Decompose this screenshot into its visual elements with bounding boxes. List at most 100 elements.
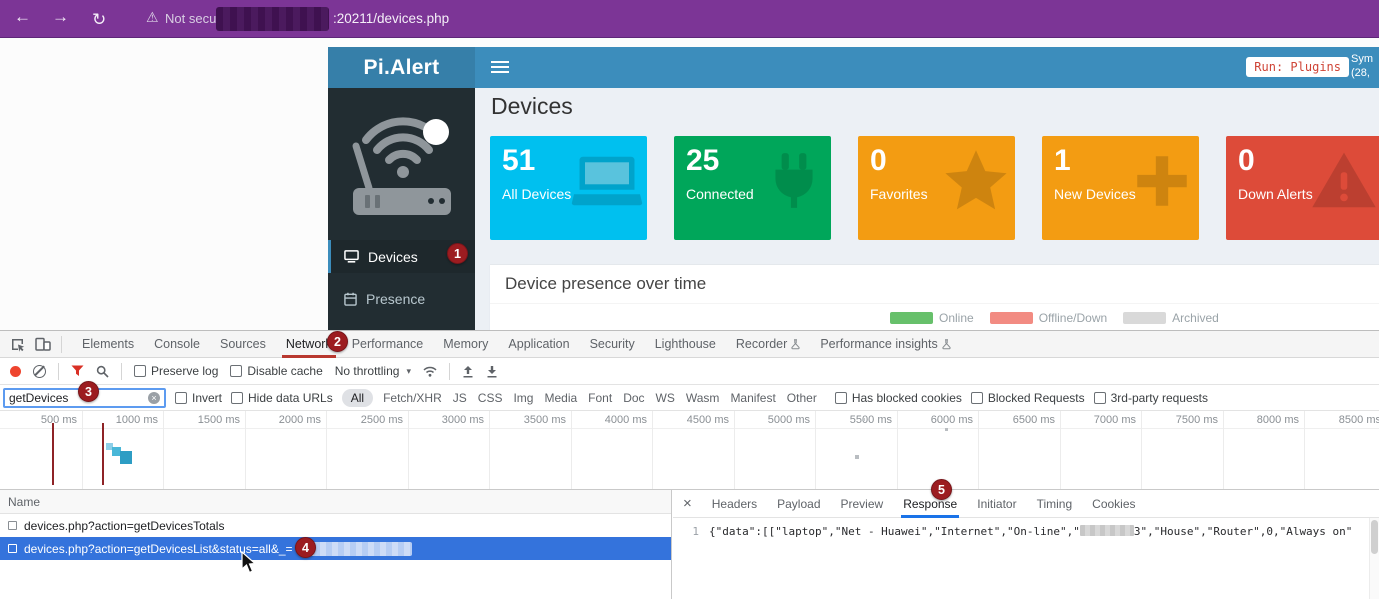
device-toolbar-icon[interactable] — [35, 337, 51, 351]
url-text[interactable]: :20211/devices.php — [333, 11, 449, 26]
run-plugins-button[interactable]: Run: Plugins — [1246, 57, 1349, 77]
sidebar-item-presence[interactable]: Presence — [328, 282, 475, 315]
request-row[interactable]: devices.php?action=getDevicesTotals — [0, 514, 671, 537]
close-icon[interactable]: × — [683, 490, 692, 518]
monitor-icon — [344, 249, 359, 264]
tick-label: 7000 ms — [1094, 414, 1136, 426]
legend-item-offline[interactable]: Offline/Down — [990, 311, 1107, 325]
tab-performance[interactable]: Performance — [342, 331, 434, 358]
preserve-log-checkbox[interactable]: Preserve log — [134, 364, 218, 378]
forward-icon[interactable]: → — [52, 7, 69, 27]
filter-type-ws[interactable]: WS — [655, 391, 676, 405]
tab-cookies[interactable]: Cookies — [1082, 490, 1145, 518]
checkbox-icon — [230, 365, 242, 377]
legend-label: Offline/Down — [1039, 311, 1107, 325]
filter-type-js[interactable]: JS — [452, 391, 468, 405]
checkbox-icon — [231, 392, 243, 404]
record-icon[interactable] — [10, 366, 21, 377]
clear-icon[interactable] — [33, 365, 46, 378]
experiment-flask-icon — [791, 339, 800, 350]
filter-type-img[interactable]: Img — [512, 391, 534, 405]
tab-console[interactable]: Console — [144, 331, 210, 358]
tab-payload[interactable]: Payload — [767, 490, 830, 518]
pialert-logo[interactable]: Pi.Alert — [328, 47, 475, 88]
import-har-icon[interactable] — [462, 365, 474, 378]
gridline — [1141, 411, 1142, 489]
chevron-down-icon: ▾ — [406, 366, 411, 377]
gridline — [652, 411, 653, 489]
tab-performance-insights[interactable]: Performance insights — [810, 331, 960, 358]
sidebar-item-label: Devices — [368, 249, 418, 265]
checkbox-icon — [835, 392, 847, 404]
filter-type-wasm[interactable]: Wasm — [685, 391, 721, 405]
mouse-cursor — [241, 551, 258, 575]
tab-security[interactable]: Security — [580, 331, 645, 358]
hamburger-icon[interactable] — [491, 61, 509, 76]
throttling-select[interactable]: No throttling ▾ — [335, 364, 411, 378]
not-secure-warning-icon[interactable]: ⚠ — [146, 9, 159, 26]
filter-type-fetchxhr[interactable]: Fetch/XHR — [382, 391, 443, 405]
back-icon[interactable]: ← — [14, 7, 31, 27]
tab-application[interactable]: Application — [498, 331, 579, 358]
tab-headers[interactable]: Headers — [702, 490, 767, 518]
blocked-requests-checkbox[interactable]: Blocked Requests — [971, 391, 1085, 405]
request-row-selected[interactable]: devices.php?action=getDevicesList&status… — [0, 537, 671, 560]
waterfall-mark — [120, 451, 132, 464]
response-prefix: {"data":[["laptop","Net - Huawei","Inter… — [709, 525, 1080, 538]
filter-type-media[interactable]: Media — [543, 391, 578, 405]
legend-item-online[interactable]: Online — [890, 311, 974, 325]
tab-preview[interactable]: Preview — [831, 490, 894, 518]
tab-elements[interactable]: Elements — [72, 331, 144, 358]
gridline — [815, 411, 816, 489]
tick-label: 2000 ms — [279, 414, 321, 426]
filter-type-css[interactable]: CSS — [477, 391, 504, 405]
legend-item-archived[interactable]: Archived — [1123, 311, 1219, 325]
has-blocked-cookies-checkbox[interactable]: Has blocked cookies — [835, 391, 962, 405]
network-bottom-split: Name devices.php?action=getDevicesTotals… — [0, 490, 1379, 599]
card-new-devices[interactable]: 1 New Devices — [1042, 136, 1199, 240]
invert-checkbox[interactable]: Invert — [175, 391, 222, 405]
tab-recorder[interactable]: Recorder — [726, 331, 810, 358]
card-down-alerts[interactable]: 0 Down Alerts — [1226, 136, 1379, 240]
tab-sources[interactable]: Sources — [210, 331, 276, 358]
tab-initiator[interactable]: Initiator — [967, 490, 1026, 518]
card-favorites[interactable]: 0 Favorites — [858, 136, 1015, 240]
refresh-icon[interactable]: ↻ — [92, 10, 106, 30]
scrollbar[interactable] — [1369, 518, 1379, 599]
filter-type-other[interactable]: Other — [786, 391, 818, 405]
response-json-line: {"data":[["laptop","Net - Huawei","Inter… — [709, 525, 1352, 538]
request-icon — [8, 544, 17, 553]
tab-lighthouse[interactable]: Lighthouse — [645, 331, 726, 358]
inspect-icon[interactable] — [10, 337, 25, 352]
request-name-column-header[interactable]: Name — [0, 490, 671, 514]
gridline — [897, 411, 898, 489]
clear-filter-icon[interactable]: × — [148, 392, 160, 404]
annotation-badge-5: 5 — [931, 479, 952, 500]
tab-memory[interactable]: Memory — [433, 331, 498, 358]
filter-type-doc[interactable]: Doc — [622, 391, 645, 405]
third-party-requests-checkbox[interactable]: 3rd-party requests — [1094, 391, 1208, 405]
app-top-nav: Run: Plugins Sym (28, — [475, 47, 1379, 88]
tab-response[interactable]: Response — [893, 490, 967, 518]
request-detail-panel: × Headers Payload Preview Response Initi… — [673, 490, 1379, 599]
filter-type-font[interactable]: Font — [587, 391, 613, 405]
network-filter-input[interactable] — [9, 391, 137, 405]
card-all-devices[interactable]: 51 All Devices — [490, 136, 647, 240]
search-icon[interactable] — [96, 365, 109, 378]
filter-type-all[interactable]: All — [342, 389, 373, 407]
filter-type-manifest[interactable]: Manifest — [729, 391, 776, 405]
card-connected[interactable]: 25 Connected — [674, 136, 831, 240]
tab-timing[interactable]: Timing — [1027, 490, 1083, 518]
network-overview-timeline[interactable]: 500 ms 1000 ms 1500 ms 2000 ms 2500 ms 3… — [0, 411, 1379, 490]
response-body[interactable]: 1 {"data":[["laptop","Net - Huawei","Int… — [673, 518, 1369, 599]
network-conditions-icon[interactable] — [423, 366, 437, 377]
star-icon — [941, 148, 1011, 216]
scrollbar-thumb[interactable] — [1371, 520, 1378, 554]
gridline — [571, 411, 572, 489]
export-har-icon[interactable] — [486, 365, 498, 378]
throttling-value: No throttling — [335, 364, 400, 378]
disable-cache-checkbox[interactable]: Disable cache — [230, 364, 322, 378]
divider — [58, 363, 59, 380]
hide-data-urls-checkbox[interactable]: Hide data URLs — [231, 391, 333, 405]
filter-funnel-icon[interactable] — [71, 365, 84, 377]
